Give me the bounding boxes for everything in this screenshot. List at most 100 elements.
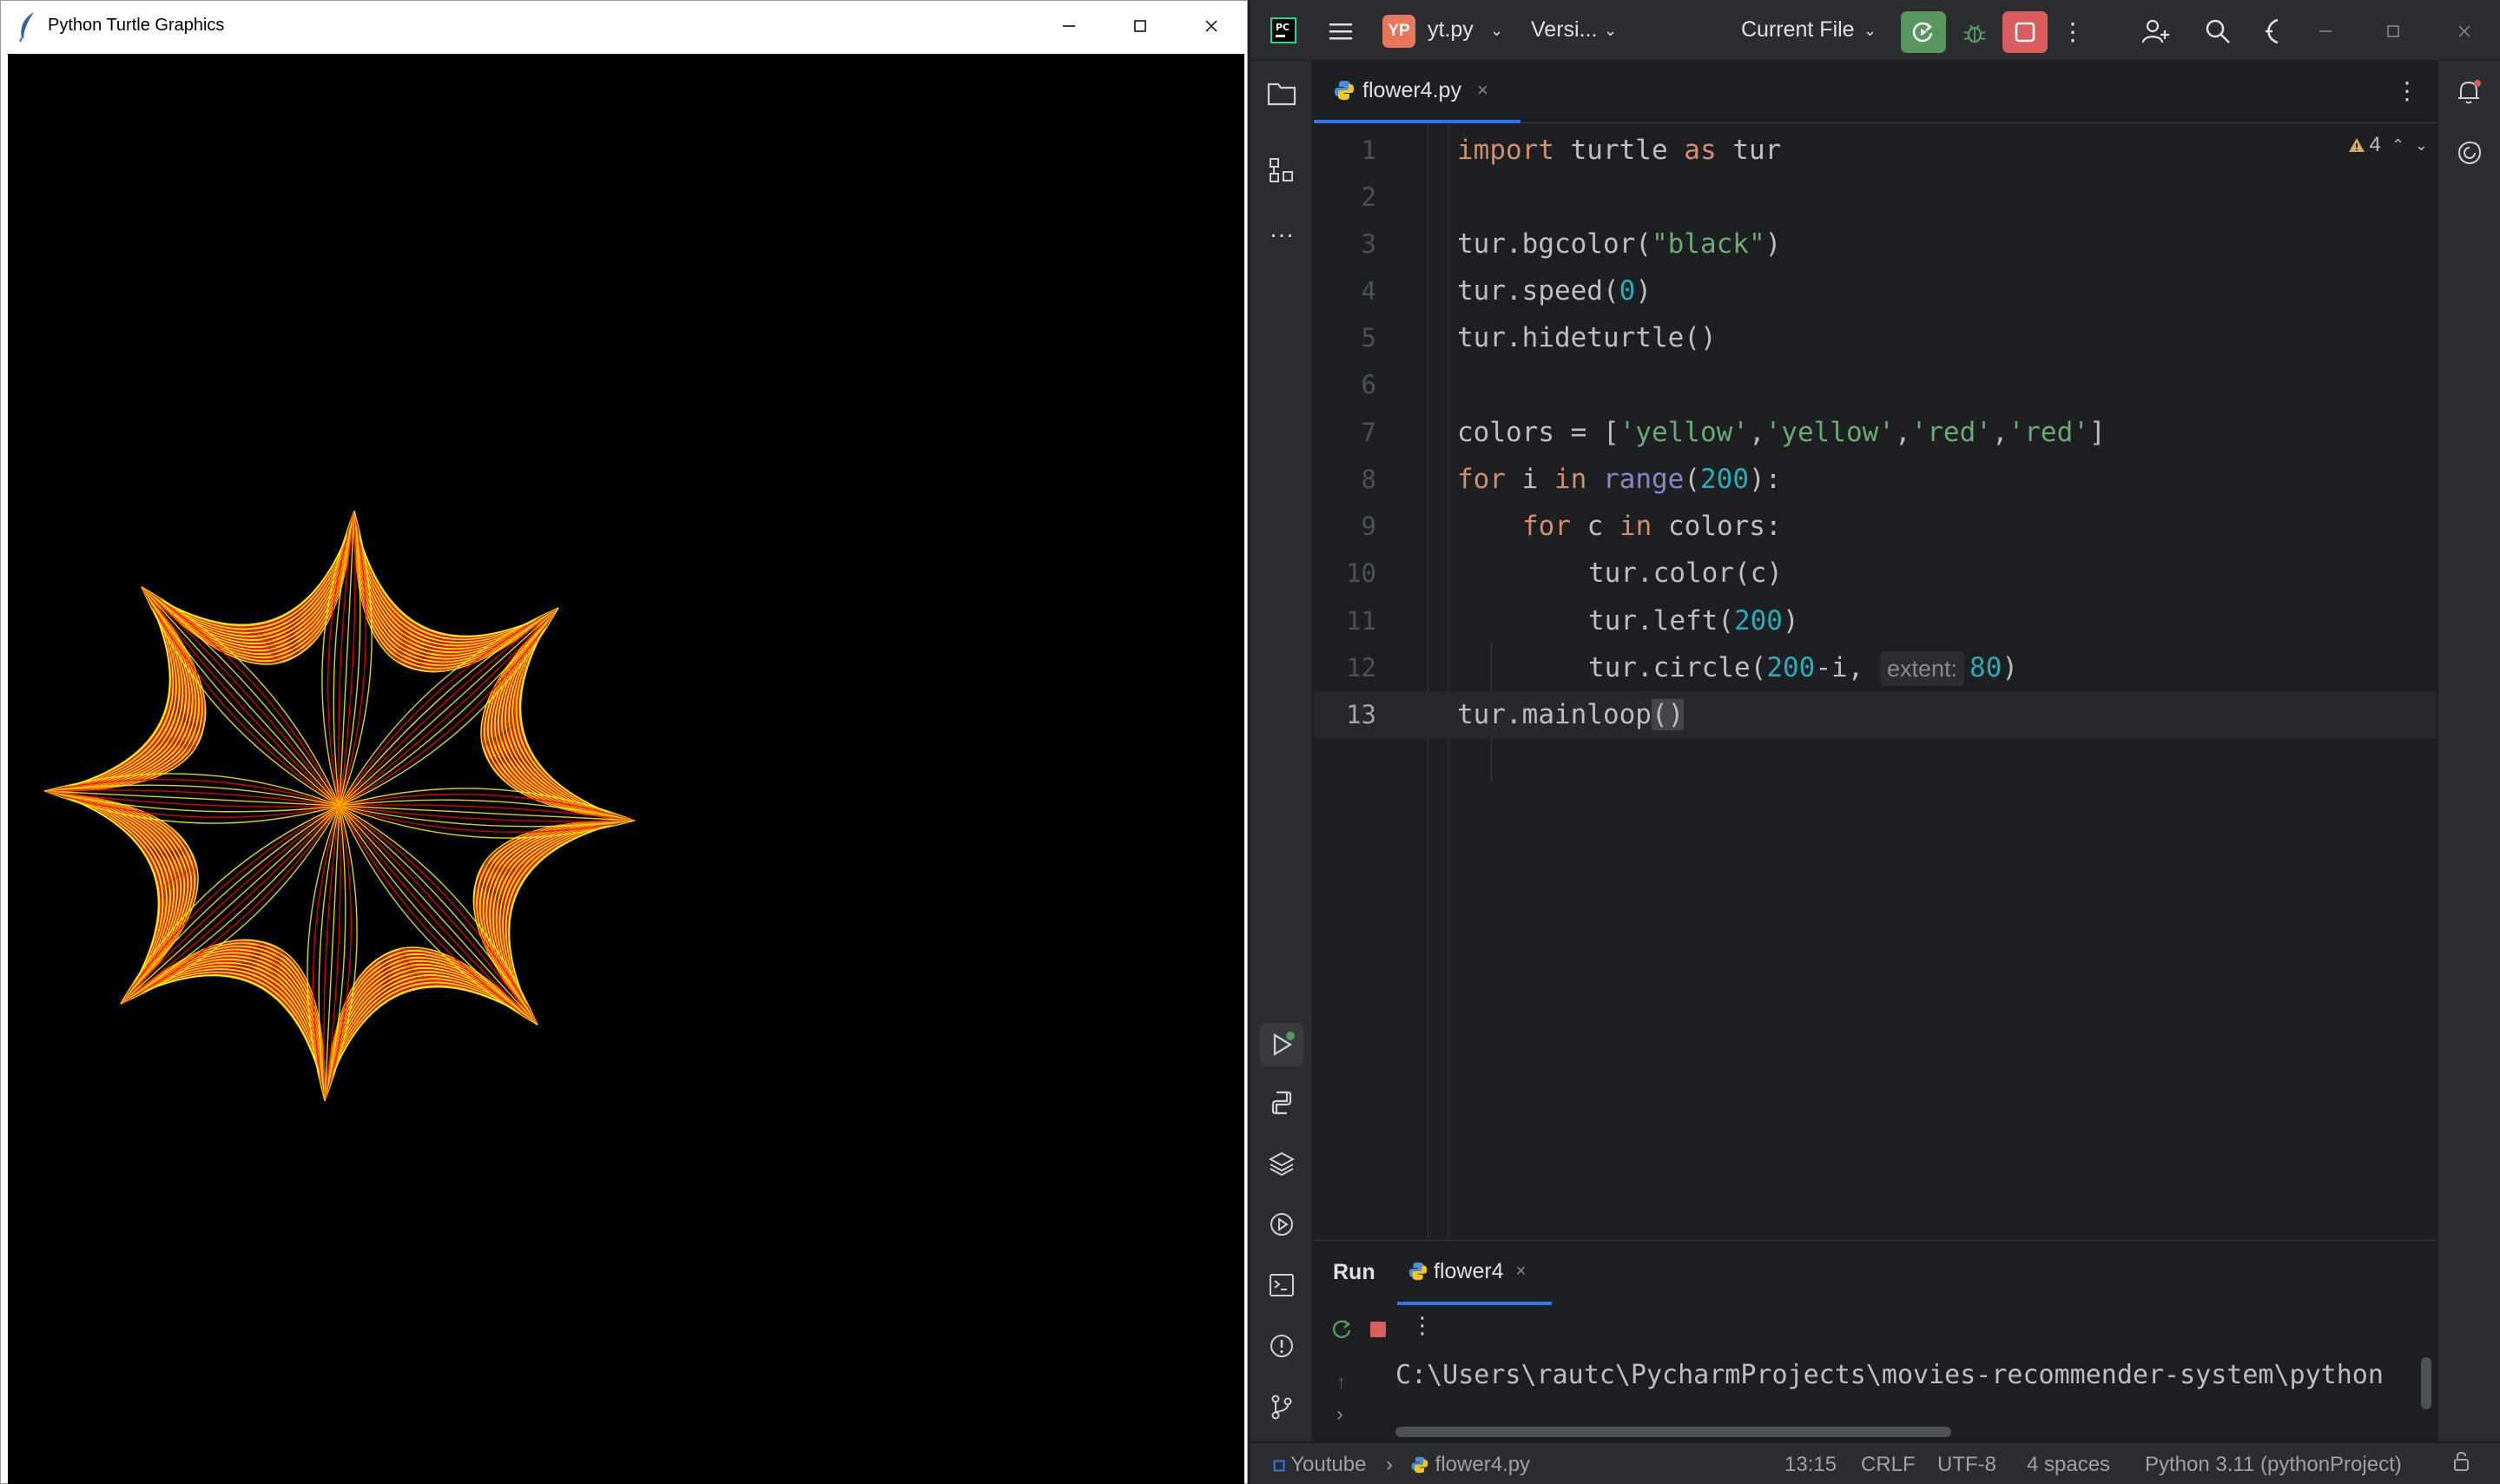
code-line: 3 tur.bgcolor("black"): [1314, 221, 2437, 267]
interpreter-selector[interactable]: Python 3.11 (pythonProject): [2145, 1453, 2402, 1477]
left-tool-strip: …: [1250, 61, 1313, 1441]
star-strokes: [44, 511, 635, 1101]
code-line: 6: [1314, 361, 2437, 408]
project-breadcrumb[interactable]: Youtube: [1273, 1453, 1366, 1477]
feather-icon: [19, 11, 34, 42]
search-icon: [2206, 19, 2230, 43]
breadcrumb-file-label: flower4.py: [1435, 1453, 1531, 1476]
token: in: [1619, 511, 1652, 542]
git-icon[interactable]: [1264, 1389, 1299, 1424]
ai-assistant-icon[interactable]: [2452, 135, 2487, 170]
settings-button[interactable]: [2258, 13, 2284, 49]
prompt-chevron-icon: ›: [1336, 1402, 1343, 1426]
terminal-icon[interactable]: [1264, 1268, 1299, 1303]
run-more-icon[interactable]: ⋮: [1411, 1312, 1434, 1339]
minimize-button[interactable]: [1033, 1, 1105, 50]
token: in: [1554, 464, 1587, 495]
problems-icon[interactable]: [1264, 1329, 1299, 1363]
status-bar: Youtube › flower4.py 13:15 CRLF UTF-8 4 …: [1250, 1442, 2500, 1484]
close-icon: [1205, 19, 1217, 32]
project-chevron-down-icon[interactable]: ⌄: [1490, 22, 1503, 40]
line-number: 2: [1361, 182, 1376, 212]
line-number: 13: [1346, 700, 1376, 729]
tab-actions-icon[interactable]: ⋮: [2395, 76, 2419, 105]
star-drawing: [44, 511, 635, 1101]
add-user-icon: [2141, 19, 2169, 43]
token: as: [1684, 135, 1717, 166]
debug-button[interactable]: [1956, 14, 1994, 52]
line-separator[interactable]: CRLF: [1861, 1453, 1916, 1477]
code-line: 10 tur.color(c): [1314, 550, 2437, 597]
code-text: tur.hideturtle(): [1457, 322, 1717, 353]
rerun-button[interactable]: [1901, 11, 1946, 53]
ide-maximize-button[interactable]: [2374, 14, 2412, 49]
token: 200: [1733, 605, 1783, 636]
token: colors:: [1652, 511, 1782, 542]
caret-position[interactable]: 13:15: [1784, 1453, 1837, 1477]
close-icon: [2458, 25, 2470, 37]
folder-icon[interactable]: [1264, 76, 1299, 111]
run-tool-icon[interactable]: [1260, 1023, 1303, 1066]
more-icon[interactable]: …: [1264, 212, 1299, 247]
token: tur: [1716, 135, 1782, 166]
layers-icon[interactable]: [1264, 1146, 1299, 1181]
stop-icon: [2015, 22, 2035, 43]
token: ): [1765, 228, 1782, 260]
console-horizontal-scrollbar[interactable]: [1395, 1427, 1951, 1437]
ide-close-button[interactable]: [2445, 14, 2484, 49]
file-breadcrumb[interactable]: flower4.py: [1410, 1453, 1530, 1477]
turtle-titlebar[interactable]: Python Turtle Graphics: [1, 1, 1247, 50]
module-icon: [1273, 1460, 1285, 1472]
token: tur.speed(: [1457, 275, 1619, 307]
search-button[interactable]: [2200, 13, 2236, 49]
ide-minimize-button[interactable]: [2306, 14, 2345, 49]
turtle-canvas: [8, 54, 1244, 1484]
run-tab-close-icon[interactable]: ×: [1516, 1262, 1527, 1282]
notifications-icon[interactable]: [2452, 75, 2487, 109]
main-menu-button[interactable]: [1325, 16, 1356, 47]
project-badge[interactable]: YP: [1382, 15, 1415, 48]
indent-setting[interactable]: 4 spaces: [2027, 1453, 2110, 1477]
stop-button[interactable]: [2002, 11, 2048, 53]
console-vertical-scrollbar[interactable]: [2421, 1357, 2431, 1409]
minimize-icon: [2319, 30, 2332, 32]
code-line: 11 tur.left(200): [1314, 597, 2437, 644]
services-icon[interactable]: [1264, 1207, 1299, 1242]
python-file-icon: [1335, 81, 1354, 100]
breadcrumb-separator-icon: ›: [1386, 1453, 1393, 1476]
code-with-me-button[interactable]: [2138, 13, 2174, 49]
code-editor[interactable]: 4 ⌃ ⌄ 1 import turtle as tur 2 3 tur.bgc…: [1314, 124, 2437, 1238]
tab-close-icon[interactable]: ×: [1477, 79, 1488, 102]
svg-text:PC: PC: [1276, 22, 1290, 33]
file-encoding[interactable]: UTF-8: [1937, 1453, 1996, 1477]
code-text: import turtle as tur: [1457, 127, 1781, 174]
run-config-selector[interactable]: Current File: [1741, 17, 1855, 43]
project-name[interactable]: yt.py: [1428, 17, 1474, 43]
scroll-up-icon[interactable]: ↑: [1336, 1371, 1346, 1394]
stop-icon[interactable]: [1368, 1319, 1389, 1344]
turtle-window: Python Turtle Graphics: [0, 0, 1248, 1484]
rerun-icon: [1912, 22, 1933, 43]
token: ,: [1894, 417, 1911, 448]
line-number: 8: [1361, 465, 1376, 494]
token: 'yellow': [1765, 417, 1895, 448]
line-number: 11: [1346, 606, 1376, 636]
more-actions-icon[interactable]: ⋮: [2061, 14, 2085, 49]
maximize-button[interactable]: [1105, 1, 1176, 50]
token: i: [1506, 464, 1554, 495]
minimize-icon: [1063, 24, 1075, 27]
token: 'yellow': [1619, 417, 1749, 448]
structure-icon[interactable]: [1264, 153, 1299, 188]
tab-flower4[interactable]: flower4.py ×: [1314, 61, 1520, 123]
vcs-widget[interactable]: Versi...: [1531, 17, 1597, 43]
right-tool-strip: [2437, 61, 2500, 1441]
console-output[interactable]: C:\Users\rautc\PycharmProjects\movies-re…: [1395, 1354, 2424, 1397]
python-console-icon[interactable]: [1264, 1085, 1299, 1120]
pycharm-logo-icon: PC: [1270, 16, 1297, 44]
rerun-icon[interactable]: [1329, 1317, 1354, 1346]
tab-label: flower4.py: [1362, 77, 1461, 102]
code-line: 9 for c in colors:: [1314, 503, 2437, 550]
run-tab-flower4[interactable]: flower4 ×: [1397, 1241, 1552, 1305]
close-button[interactable]: [1176, 1, 1247, 50]
lock-icon[interactable]: [2451, 1450, 2472, 1479]
